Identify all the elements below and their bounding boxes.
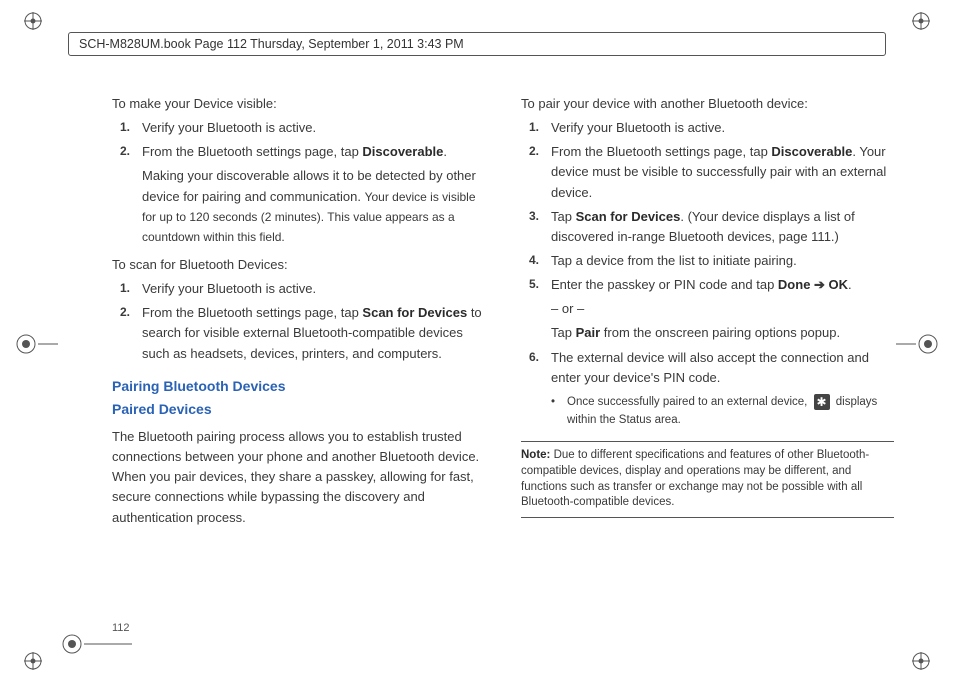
list-number: 1.	[521, 118, 539, 138]
ui-term: Scan for Devices	[362, 305, 467, 320]
list-item: 6. The external device will also accept …	[521, 348, 894, 430]
ui-term: Done	[778, 277, 811, 292]
list-item: 3. Tap Scan for Devices. (Your device di…	[521, 207, 894, 247]
list-subtext: Tap Pair from the onscreen pairing optio…	[551, 323, 894, 343]
cropmark-ornament-icon	[912, 12, 930, 30]
list-item: 2. From the Bluetooth settings page, tap…	[112, 142, 485, 247]
ui-term: Pair	[576, 325, 601, 340]
list-number: 1.	[112, 118, 130, 138]
list-text: Enter the passkey or PIN code and tap Do…	[551, 275, 894, 343]
cropmark-ornament-icon	[24, 652, 42, 670]
list-number: 2.	[112, 303, 130, 363]
note-body: Due to different specifications and feat…	[521, 449, 869, 508]
list-text: The external device will also accept the…	[551, 348, 894, 430]
right-column: To pair your device with another Bluetoo…	[521, 90, 894, 612]
page-number: 112	[112, 622, 130, 634]
list-text: Tap a device from the list to initiate p…	[551, 251, 894, 271]
list-item: 1. Verify your Bluetooth is active.	[521, 118, 894, 138]
list-number: 6.	[521, 348, 539, 430]
list-text: Verify your Bluetooth is active.	[551, 118, 894, 138]
list-number: 5.	[521, 275, 539, 343]
ui-term: Discoverable	[771, 144, 852, 159]
section-heading: Pairing Bluetooth Devices	[112, 376, 485, 398]
list-number: 1.	[112, 279, 130, 299]
list-text: Verify your Bluetooth is active.	[142, 118, 485, 138]
intro-text: To pair your device with another Bluetoo…	[521, 94, 894, 114]
ui-term: Scan for Devices	[576, 209, 681, 224]
list-text: Tap Scan for Devices. (Your device displ…	[551, 207, 894, 247]
cropmark-ornament-icon	[912, 652, 930, 670]
left-column: To make your Device visible: 1. Verify y…	[112, 90, 485, 612]
bluetooth-icon	[814, 394, 830, 410]
ordered-list: 1. Verify your Bluetooth is active. 2. F…	[112, 118, 485, 247]
register-mark-icon	[896, 330, 940, 358]
note-label: Note:	[521, 449, 550, 461]
arrow-icon: ➔	[810, 277, 828, 292]
list-text: From the Bluetooth settings page, tap Sc…	[142, 303, 485, 363]
list-text: Verify your Bluetooth is active.	[142, 279, 485, 299]
page-body: To make your Device visible: 1. Verify y…	[112, 90, 894, 612]
or-separator: – or –	[551, 299, 894, 319]
list-number: 2.	[521, 142, 539, 202]
ordered-list: 1. Verify your Bluetooth is active. 2. F…	[521, 118, 894, 429]
crop-header-line: SCH-M828UM.book Page 112 Thursday, Septe…	[68, 32, 886, 56]
list-item: 4. Tap a device from the list to initiat…	[521, 251, 894, 271]
list-item: 2. From the Bluetooth settings page, tap…	[521, 142, 894, 202]
crop-header-text: SCH-M828UM.book Page 112 Thursday, Septe…	[79, 37, 464, 51]
register-mark-icon	[60, 630, 132, 658]
register-mark-icon	[14, 330, 58, 358]
ordered-list: 1. Verify your Bluetooth is active. 2. F…	[112, 279, 485, 364]
list-subtext: Making your discoverable allows it to be…	[142, 166, 485, 247]
intro-text: To scan for Bluetooth Devices:	[112, 255, 485, 275]
list-number: 3.	[521, 207, 539, 247]
list-item: 1. Verify your Bluetooth is active.	[112, 279, 485, 299]
ui-term: OK	[829, 277, 849, 292]
cropmark-ornament-icon	[24, 12, 42, 30]
note-block: Note: Due to different specifications an…	[521, 441, 894, 517]
section-heading: Paired Devices	[112, 399, 485, 421]
list-text: From the Bluetooth settings page, tap Di…	[142, 142, 485, 247]
intro-text: To make your Device visible:	[112, 94, 485, 114]
sub-bullet: • Once successfully paired to an externa…	[551, 394, 894, 430]
bullet-icon: •	[551, 394, 559, 430]
body-paragraph: The Bluetooth pairing process allows you…	[112, 427, 485, 528]
list-number: 4.	[521, 251, 539, 271]
list-text: From the Bluetooth settings page, tap Di…	[551, 142, 894, 202]
list-item: 1. Verify your Bluetooth is active.	[112, 118, 485, 138]
list-item: 5. Enter the passkey or PIN code and tap…	[521, 275, 894, 343]
list-item: 2. From the Bluetooth settings page, tap…	[112, 303, 485, 363]
ui-term: Discoverable	[362, 144, 443, 159]
list-number: 2.	[112, 142, 130, 247]
